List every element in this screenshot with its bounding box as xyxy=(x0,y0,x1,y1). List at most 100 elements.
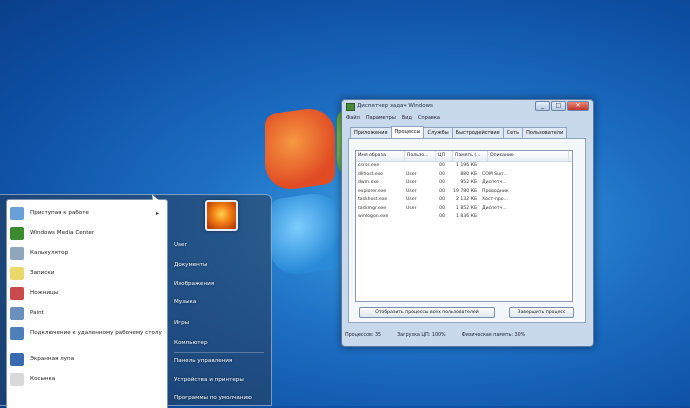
tab-network[interactable]: Сеть xyxy=(502,127,524,138)
start-place-item[interactable]: Панель управления xyxy=(174,358,232,364)
start-place-item[interactable]: Компьютер xyxy=(174,340,208,346)
cell-memory: 2 132 КБ xyxy=(455,197,477,202)
start-item-solitaire[interactable]: Косынка xyxy=(10,370,164,388)
tab-performance[interactable]: Быстродействие xyxy=(451,127,504,138)
cell-image-name: taskmgr.exe xyxy=(358,205,387,211)
logo-red-pane xyxy=(265,105,335,193)
menu-help[interactable]: Справка xyxy=(418,115,440,121)
cell-user xyxy=(404,162,434,171)
remote-desktop-icon xyxy=(10,326,24,340)
close-button[interactable]: ✕ xyxy=(567,101,589,111)
status-memory: Физическая память: 30% xyxy=(461,333,526,338)
start-place-item[interactable]: Игры xyxy=(174,320,189,326)
start-item-calculator[interactable]: Калькулятор xyxy=(10,244,164,262)
process-row[interactable]: dwm.exe User 00 952 КБ Диспетч... xyxy=(356,179,572,188)
title-bar[interactable]: Диспетчер задач Windows _ □ ✕ xyxy=(342,100,593,112)
menu-bar: Файл Параметры Вид Справка xyxy=(346,115,440,121)
process-rows: csrss.exe 00 1 196 КБ dllhost.exe User 00 880 … xyxy=(356,162,572,222)
cell-description xyxy=(480,162,560,171)
status-cpu: Загрузка ЦП: 100% xyxy=(397,333,446,338)
start-place-item[interactable]: Программы по умолчанию xyxy=(174,395,252,401)
cell-user: User xyxy=(406,171,417,177)
tab-processes[interactable]: Процессы xyxy=(390,126,425,138)
tab-applications[interactable]: Приложения xyxy=(350,127,392,138)
menu-options[interactable]: Параметры xyxy=(366,115,396,121)
task-manager-icon xyxy=(346,103,355,111)
show-all-processes-button[interactable]: Отобразить процессы всех пользователей xyxy=(359,307,495,318)
start-place-item[interactable]: User xyxy=(174,242,187,248)
process-row[interactable]: explorer.exe User 00 19 780 КБ Проводник xyxy=(356,188,572,197)
cell-description: Диспетч... xyxy=(482,180,507,185)
cell-description xyxy=(480,213,560,222)
start-item-label: Экранная лупа xyxy=(30,355,75,362)
process-row[interactable]: csrss.exe 00 1 196 КБ xyxy=(356,162,572,171)
start-item-label: Подключение к удаленному рабочему столу xyxy=(30,329,162,336)
paint-icon xyxy=(10,306,24,320)
end-process-button[interactable]: Завершить процесс xyxy=(509,307,574,318)
cell-cpu: 00 xyxy=(439,180,445,185)
start-item-scissors[interactable]: Ножницы xyxy=(10,284,164,302)
window-title: Диспетчер задач Windows xyxy=(357,103,433,109)
tab-services[interactable]: Службы xyxy=(423,127,453,138)
start-item-getting-started[interactable]: Приступая к работе ▸ xyxy=(10,204,164,222)
cell-description: COM Surr... xyxy=(482,171,508,177)
status-processes: Процессов: 35 xyxy=(345,333,382,338)
cell-image-name: csrss.exe xyxy=(358,163,380,168)
start-place-item[interactable]: Устройства и принтеры xyxy=(174,377,244,383)
menu-view[interactable]: Вид xyxy=(402,115,412,121)
column-description[interactable]: Описание xyxy=(488,151,569,161)
process-row[interactable]: winlogon.exe 00 1 836 КБ xyxy=(356,213,572,222)
start-item-magnifier[interactable]: Экранная лупа xyxy=(10,350,164,368)
start-item-label: Записки xyxy=(30,269,55,276)
start-menu-places: User Документы Изображения Музыка Игры Компью… xyxy=(170,195,270,407)
cell-cpu: 00 xyxy=(439,205,445,211)
submenu-arrow-icon[interactable]: ▸ xyxy=(156,210,159,217)
start-item-paint[interactable]: Paint xyxy=(10,304,164,322)
cell-user: User xyxy=(406,197,417,202)
process-row[interactable]: dllhost.exe User 00 880 КБ COM Surr... xyxy=(356,171,572,180)
cell-user xyxy=(404,213,434,222)
cell-description: Диспетч... xyxy=(482,205,507,211)
cell-memory: 880 КБ xyxy=(460,171,477,177)
start-item-label: Paint xyxy=(30,309,44,316)
process-list[interactable]: Имя образа Пользо... ЦП Память (... Опис… xyxy=(355,150,573,302)
cell-image-name: explorer.exe xyxy=(358,188,387,194)
column-user[interactable]: Пользо... xyxy=(405,151,436,161)
start-item-sticky-notes[interactable]: Записки xyxy=(10,264,164,282)
cell-user: User xyxy=(406,205,417,211)
getting-started-icon xyxy=(10,206,24,220)
start-place-item[interactable]: Изображения xyxy=(174,281,214,287)
logo-blue-pane xyxy=(270,190,340,278)
cell-cpu: 00 xyxy=(439,197,445,202)
maximize-button[interactable]: □ xyxy=(551,101,566,111)
cell-description: Хост-про... xyxy=(482,197,508,202)
process-row[interactable]: taskmgr.exe User 00 1 852 КБ Диспетч... xyxy=(356,205,572,214)
cell-memory: 1 852 КБ xyxy=(455,205,477,211)
start-item-remote-desktop[interactable]: Подключение к удаленному рабочему столу xyxy=(10,324,164,342)
start-menu-programs: Приступая к работе ▸ Windows Media Center К… xyxy=(6,199,168,408)
user-avatar[interactable] xyxy=(205,200,238,231)
column-memory[interactable]: Память (... xyxy=(453,151,488,161)
process-row[interactable]: taskhost.exe User 00 2 132 КБ Хост-про... xyxy=(356,196,572,205)
cell-image-name: winlogon.exe xyxy=(358,214,389,219)
process-list-header: Имя образа Пользо... ЦП Память (... Опис… xyxy=(356,151,572,162)
start-item-label: Калькулятор xyxy=(30,249,69,256)
cell-memory: 1 196 КБ xyxy=(455,163,477,168)
magnifier-icon xyxy=(10,352,24,366)
cell-cpu: 00 xyxy=(439,188,445,194)
cell-description: Проводник xyxy=(482,188,509,194)
start-place-item[interactable]: Музыка xyxy=(174,299,196,305)
minimize-button[interactable]: _ xyxy=(535,101,550,111)
cell-memory: 1 836 КБ xyxy=(455,214,477,219)
media-center-icon xyxy=(10,226,24,240)
column-cpu[interactable]: ЦП xyxy=(436,151,453,161)
status-bar: Процессов: 35 Загрузка ЦП: 100% Физическ… xyxy=(345,333,525,338)
cell-cpu: 00 xyxy=(439,171,445,177)
start-item-label: Ножницы xyxy=(30,289,59,296)
tab-users[interactable]: Пользователи xyxy=(522,127,568,138)
start-item-media-center[interactable]: Windows Media Center xyxy=(10,224,164,242)
column-image-name[interactable]: Имя образа xyxy=(356,151,405,161)
menu-file[interactable]: Файл xyxy=(346,115,360,121)
cell-image-name: dllhost.exe xyxy=(358,171,383,177)
start-place-item[interactable]: Документы xyxy=(174,262,207,268)
